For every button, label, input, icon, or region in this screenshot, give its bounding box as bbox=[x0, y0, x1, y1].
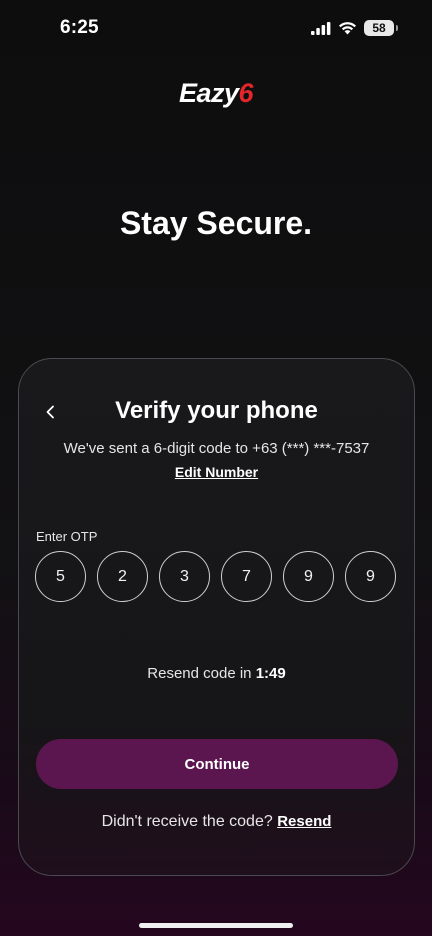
resend-countdown: 1:49 bbox=[255, 665, 286, 682]
otp-digit-1[interactable]: 5 bbox=[35, 551, 86, 602]
status-time: 6:25 bbox=[60, 17, 99, 38]
verify-card: Verify your phone We've sent a 6-digit c… bbox=[18, 358, 415, 876]
logo-accent: 6 bbox=[238, 78, 254, 108]
verify-title: Verify your phone bbox=[115, 397, 318, 424]
otp-digit-4[interactable]: 7 bbox=[221, 551, 272, 602]
otp-input-row: 5 2 3 7 9 9 bbox=[35, 551, 396, 602]
battery-level: 58 bbox=[372, 21, 386, 35]
eazy6-logo: Eazy6 bbox=[0, 78, 432, 109]
status-bar: 6:25 58 bbox=[0, 0, 432, 60]
verify-phone-screen: 6:25 58 Eazy6 Stay Secure. Verify your p… bbox=[0, 0, 432, 936]
otp-digit-2[interactable]: 2 bbox=[97, 551, 148, 602]
didnt-receive-text: Didn't receive the code? bbox=[101, 813, 273, 830]
code-sent-text: We've sent a 6-digit code to +63 (***) *… bbox=[63, 440, 370, 457]
resend-timer-label: Resend code in bbox=[147, 665, 252, 682]
otp-digit-6[interactable]: 9 bbox=[345, 551, 396, 602]
resend-link[interactable]: Resend bbox=[277, 813, 331, 830]
resend-prompt: Didn't receive the code? Resend bbox=[19, 813, 414, 831]
otp-label: Enter OTP bbox=[36, 529, 98, 544]
battery-icon: 58 bbox=[364, 20, 398, 36]
home-indicator[interactable] bbox=[139, 923, 293, 928]
page-title: Stay Secure. bbox=[119, 205, 313, 241]
edit-number-link[interactable]: Edit Number bbox=[19, 464, 414, 480]
otp-digit-5[interactable]: 9 bbox=[283, 551, 334, 602]
status-icons: 58 bbox=[311, 20, 398, 36]
resend-timer: Resend code in 1:49 bbox=[19, 665, 414, 682]
otp-digit-3[interactable]: 3 bbox=[159, 551, 210, 602]
signal-bars-icon bbox=[311, 21, 331, 35]
continue-button[interactable]: Continue bbox=[36, 739, 398, 789]
wifi-icon bbox=[339, 22, 356, 35]
logo-text: Eazy bbox=[178, 78, 239, 108]
